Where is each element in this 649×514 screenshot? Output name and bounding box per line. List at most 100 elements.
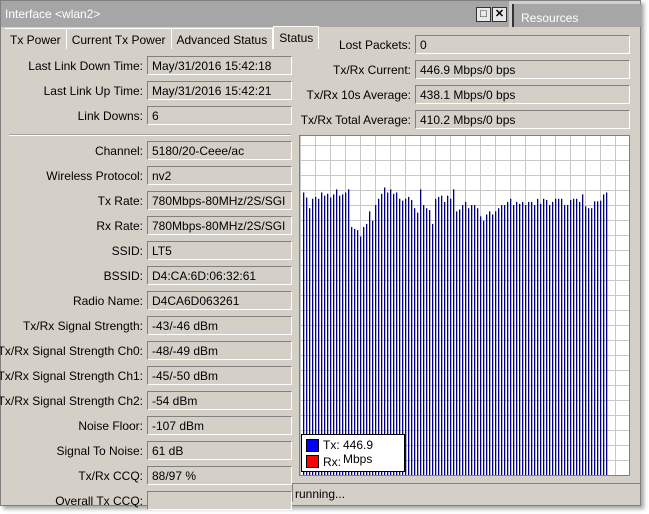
- field-label: Signal To Noise:: [56, 444, 144, 458]
- tx-bar: [567, 205, 569, 475]
- tx-bar: [456, 211, 458, 475]
- tx-bar: [522, 201, 524, 475]
- maximize-icon[interactable]: □: [476, 7, 491, 22]
- tx-bar: [345, 192, 347, 475]
- field-row: Lost Packets: 0: [1, 35, 641, 55]
- tx-bar: [546, 200, 548, 475]
- field-value[interactable]: 780Mbps-80MHz/2S/SGI: [147, 216, 292, 235]
- tx-bar: [429, 210, 431, 475]
- tx-bar: [483, 220, 485, 475]
- field-label: Tx/Rx Signal Strength Ch1:: [0, 369, 143, 383]
- tx-bar: [405, 198, 407, 475]
- field-label: Tx/Rx Signal Strength:: [22, 319, 143, 333]
- graph-legend: Tx: 446.9 Mbps Rx:: [301, 434, 405, 472]
- title-bar[interactable]: Interface <wlan2>: [1, 1, 509, 27]
- tx-bar: [477, 208, 479, 475]
- field-value[interactable]: -48/-49 dBm: [147, 341, 292, 360]
- tx-bar: [537, 198, 539, 475]
- field-label: Tx/Rx Signal Strength Ch2:: [0, 394, 143, 408]
- tx-bar: [591, 208, 593, 475]
- tx-bar: [606, 192, 608, 475]
- tx-bar: [387, 192, 389, 475]
- field-value[interactable]: -54 dBm: [147, 391, 292, 410]
- field-value[interactable]: [147, 491, 292, 510]
- tx-bar: [585, 206, 587, 475]
- tx-bar: [600, 200, 602, 475]
- traffic-graph-svg: [300, 136, 629, 475]
- tx-bar: [444, 201, 446, 475]
- rx-legend-label: Rx:: [323, 455, 341, 469]
- tx-bar: [603, 194, 605, 475]
- tx-bar: [474, 205, 476, 475]
- tx-bar: [579, 201, 581, 475]
- tx-bar: [507, 201, 509, 475]
- field-value[interactable]: 61 dB: [147, 441, 292, 460]
- tx-bar: [453, 189, 455, 475]
- tx-bar: [519, 203, 521, 475]
- tx-bar: [417, 212, 419, 475]
- tx-bar: [513, 205, 515, 475]
- field-value[interactable]: D4:CA:6D:06:32:61: [147, 266, 292, 285]
- tx-bar: [411, 200, 413, 475]
- tx-color-swatch: [306, 439, 319, 452]
- tx-bar: [516, 201, 518, 475]
- tx-bar: [321, 192, 323, 475]
- field-value[interactable]: nv2: [147, 166, 292, 185]
- tx-bar: [540, 203, 542, 475]
- tx-bar: [561, 198, 563, 475]
- field-label: Lost Packets:: [338, 38, 411, 52]
- field-value[interactable]: 88/97 %: [147, 466, 292, 485]
- tx-bar: [423, 205, 425, 475]
- tx-bar: [441, 195, 443, 475]
- tx-bar: [468, 208, 470, 475]
- tx-bar: [501, 205, 503, 475]
- tx-bar: [459, 209, 461, 475]
- field-label: Wireless Protocol:: [46, 169, 143, 183]
- tx-bar: [495, 211, 497, 475]
- tx-bar: [594, 201, 596, 475]
- resources-window-tab[interactable]: Resources: [512, 4, 642, 27]
- tx-bar: [597, 201, 599, 475]
- tx-bar: [450, 198, 452, 475]
- field-label: BSSID:: [103, 269, 143, 283]
- field-value[interactable]: -45/-50 dBm: [147, 366, 292, 385]
- field-value[interactable]: 446.9 Mbps/0 bps: [415, 60, 630, 79]
- tx-bar: [435, 198, 437, 475]
- field-value[interactable]: 5180/20-Ceee/ac: [147, 141, 292, 160]
- tx-bar: [480, 216, 482, 475]
- tx-bar: [582, 194, 584, 475]
- tx-bar: [471, 205, 473, 475]
- field-label: SSID:: [111, 244, 143, 258]
- field-label: Tx Rate:: [97, 194, 143, 208]
- field-value[interactable]: -43/-46 dBm: [147, 316, 292, 335]
- tx-bar: [543, 198, 545, 475]
- tx-bar: [549, 205, 551, 475]
- field-value[interactable]: -107 dBm: [147, 416, 292, 435]
- tx-bar: [486, 214, 488, 475]
- tx-bar: [525, 205, 527, 475]
- tx-bar: [588, 208, 590, 475]
- field-value[interactable]: D4CA6D063261: [147, 291, 292, 310]
- tx-bar: [489, 211, 491, 475]
- close-icon[interactable]: ✕: [492, 7, 507, 22]
- resources-label: Resources: [521, 11, 579, 25]
- tx-bar: [534, 205, 536, 475]
- field-row: Tx/Rx 10s Average: 438.1 Mbps/0 bps: [1, 85, 641, 105]
- status-bar: running...: [292, 483, 640, 502]
- tx-bar: [492, 214, 494, 475]
- tx-bar: [573, 198, 575, 475]
- tx-bar: [510, 198, 512, 475]
- field-value[interactable]: 438.1 Mbps/0 bps: [415, 85, 630, 104]
- field-label: Tx/Rx CCQ:: [78, 469, 143, 483]
- field-value[interactable]: 780Mbps-80MHz/2S/SGI: [147, 191, 292, 210]
- field-value[interactable]: 0: [415, 35, 630, 54]
- window-title: Interface <wlan2>: [5, 7, 101, 21]
- field-label: Radio Name:: [72, 294, 143, 308]
- field-value[interactable]: 410.2 Mbps/0 bps: [415, 110, 630, 129]
- tx-bar: [447, 195, 449, 475]
- tx-bar: [414, 208, 416, 475]
- tx-bar: [393, 193, 395, 475]
- field-label: Tx/Rx Signal Strength Ch0:: [0, 344, 143, 358]
- field-value[interactable]: LT5: [147, 241, 292, 260]
- tx-bar: [348, 189, 350, 475]
